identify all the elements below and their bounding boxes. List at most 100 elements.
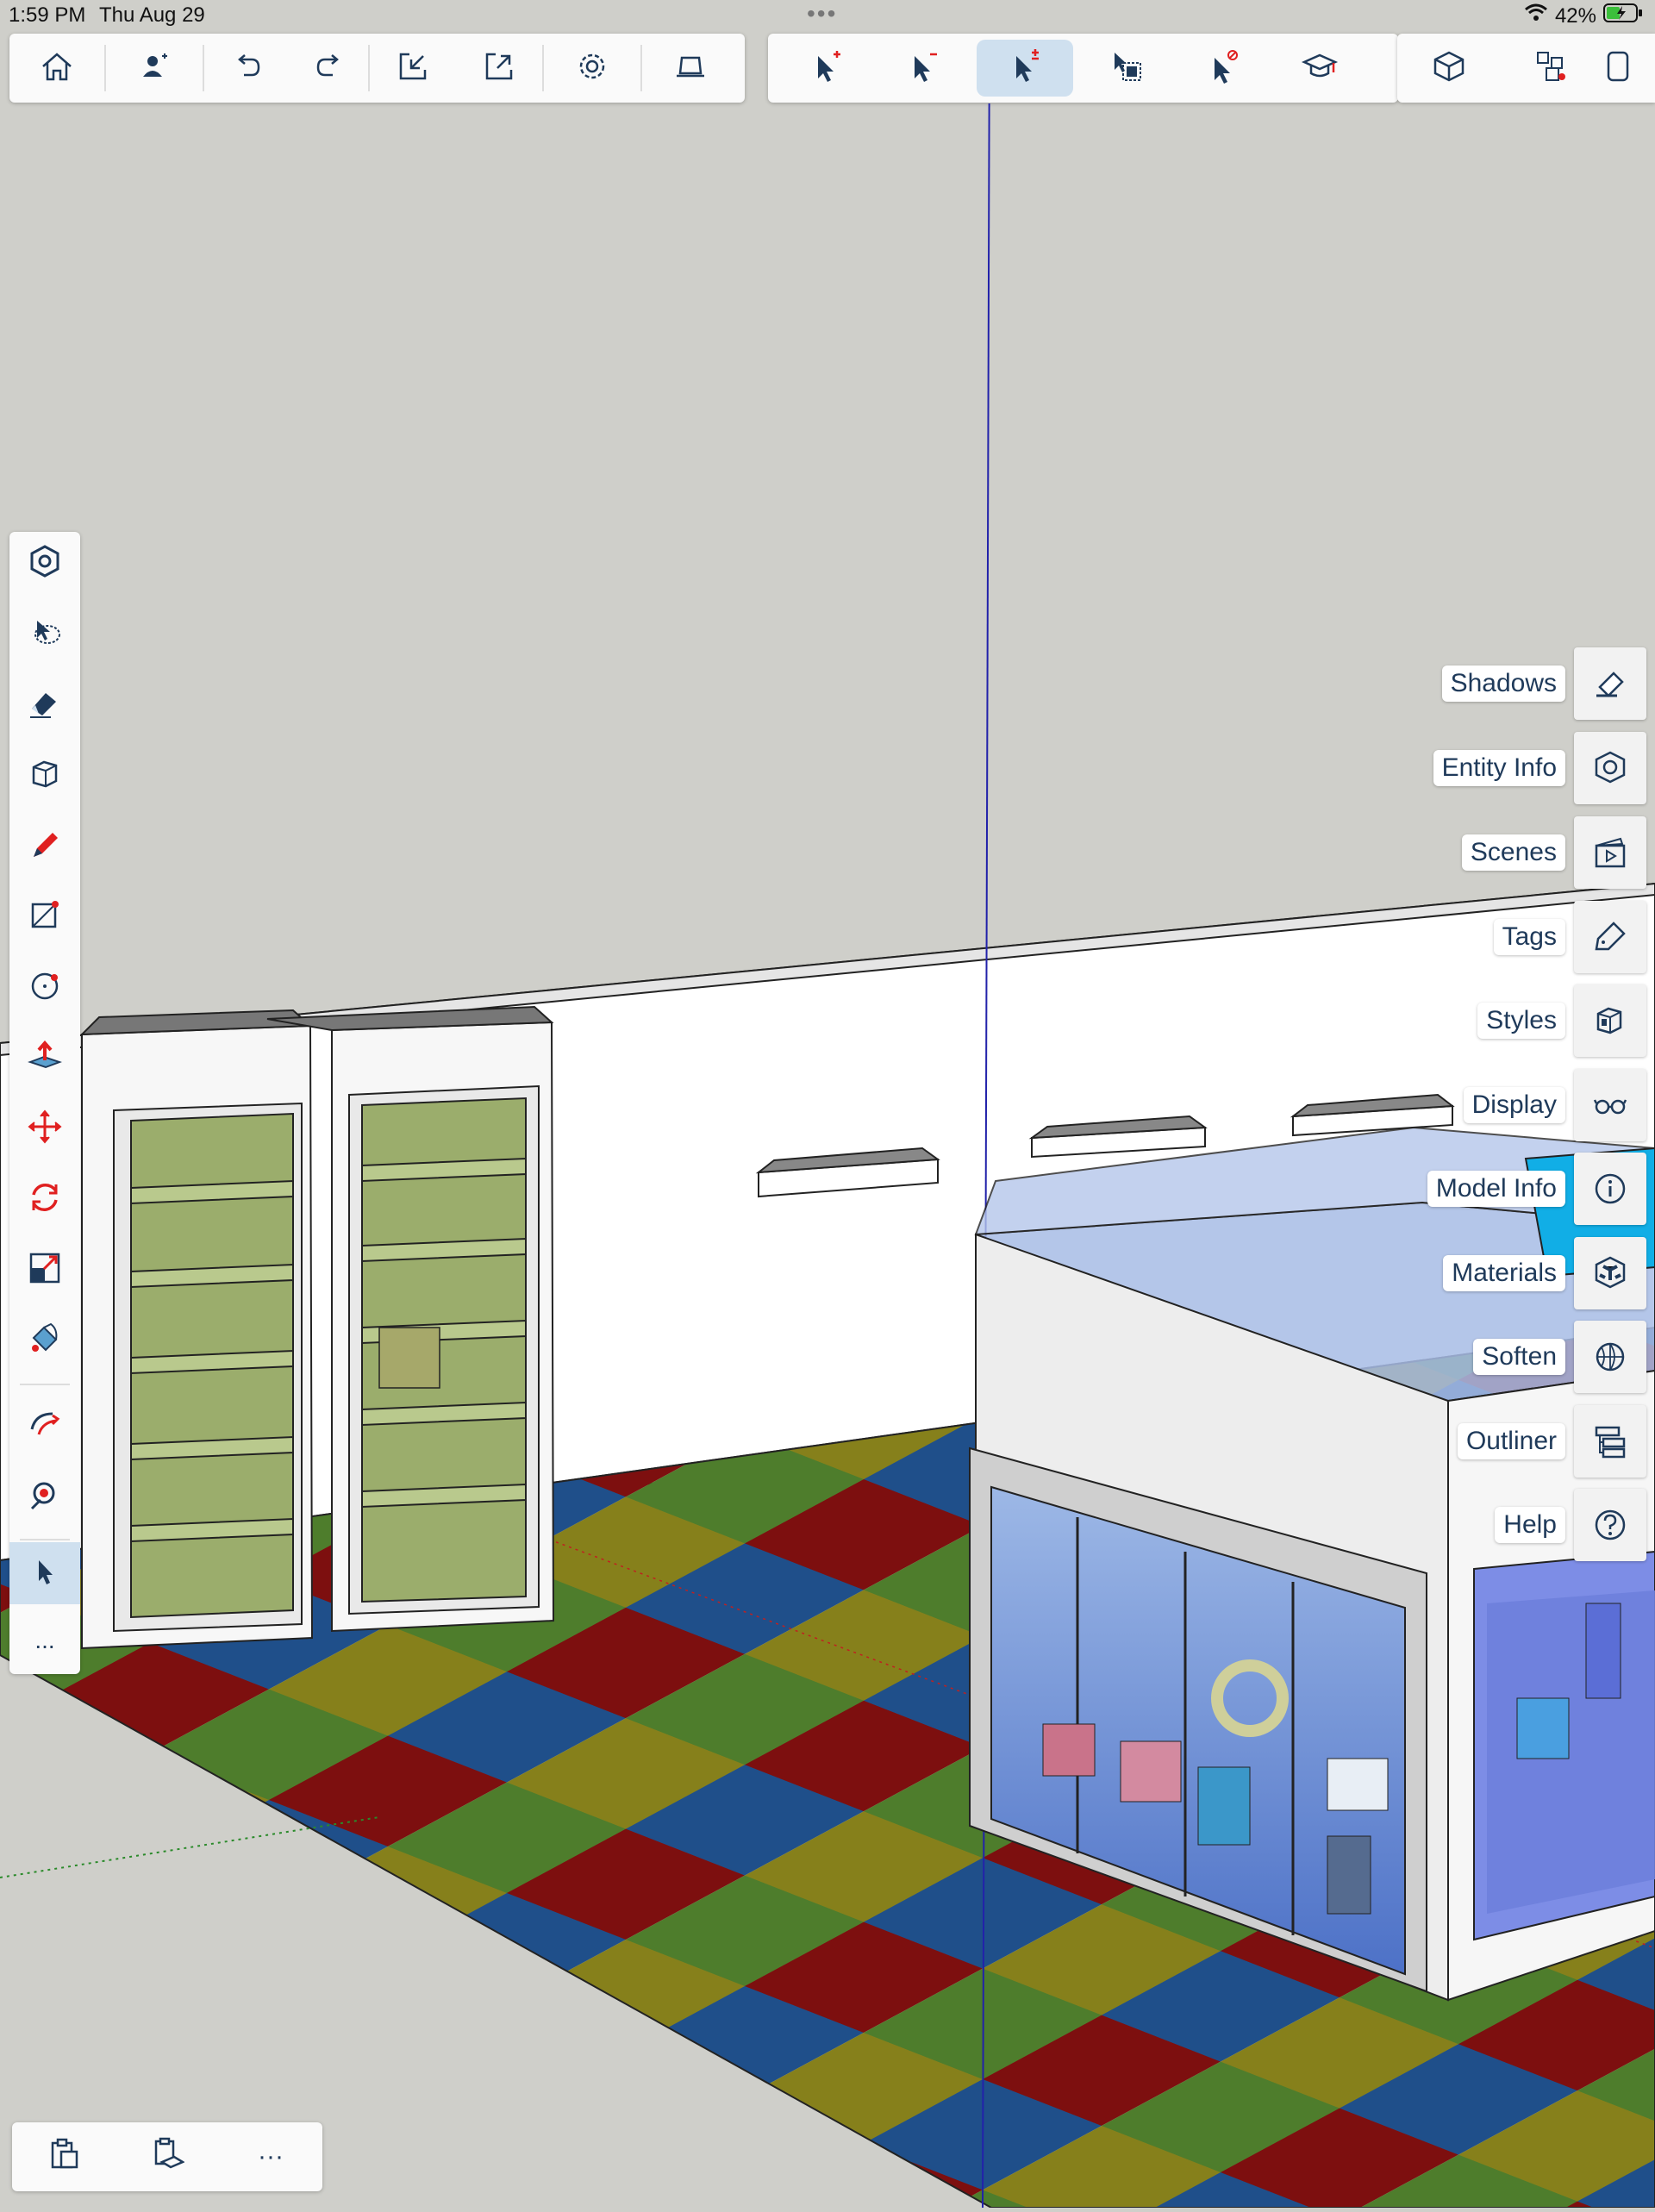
eraser-button[interactable] [9,673,80,735]
follow-me-button[interactable] [9,1394,80,1456]
follow-me-icon [27,1405,63,1446]
panel-label-styles[interactable]: Styles [1477,1003,1565,1039]
box-icon [27,755,63,796]
pencil-button[interactable] [9,815,80,877]
teach-button[interactable] [1271,34,1368,103]
export-button[interactable] [456,34,542,103]
select-subtract-icon [904,47,942,90]
panel-label-model-info[interactable]: Model Info [1427,1171,1565,1207]
status-time: 1:59 PM [9,3,86,27]
circle-icon [27,967,63,1008]
display-icon[interactable] [1574,1069,1646,1141]
outliner-icon[interactable] [1574,1405,1646,1478]
more-icon: ... [34,1627,55,1653]
panel-materials[interactable]: Materials [1443,1237,1646,1309]
undo-icon [228,47,266,90]
redo-button[interactable] [290,34,368,103]
redo-icon [310,47,348,90]
components-button[interactable] [1501,34,1604,103]
panel-label-display[interactable]: Display [1463,1087,1565,1123]
tool-modifier-icon [27,543,63,584]
panel-entity-info[interactable]: Entity Info [1433,732,1646,804]
clipboard-icon [47,2136,81,2178]
select-deny-button[interactable] [1175,34,1271,103]
scenes-icon[interactable] [1574,816,1646,889]
panel-label-scenes[interactable]: Scenes [1461,834,1565,871]
library-button[interactable] [1603,34,1655,103]
select-toggle-icon [1006,47,1044,90]
panel-scenes[interactable]: Scenes [1461,816,1646,889]
circle-button[interactable] [9,956,80,1018]
battery-percent: 42% [1554,3,1596,28]
basket-object[interactable] [378,1327,440,1389]
help-icon[interactable] [1574,1489,1646,1561]
shadows-icon[interactable] [1574,647,1646,720]
pencil-icon [27,826,63,866]
panel-tags[interactable]: Tags [1493,901,1646,973]
cabinet-left[interactable] [79,1009,314,1650]
position-camera-button[interactable] [9,1465,80,1527]
multitask-dots[interactable]: ••• [807,0,837,28]
position-camera-icon [27,1476,63,1516]
add-person-button[interactable] [106,34,203,103]
rotate-button[interactable] [9,1168,80,1230]
select-toggle-button[interactable] [977,40,1073,97]
add-person-icon [135,47,173,90]
model-info-icon[interactable] [1574,1153,1646,1225]
select-window-icon [1108,47,1146,90]
top-toolbar-select [768,34,1398,103]
panel-label-shadows[interactable]: Shadows [1441,665,1565,702]
settings-button[interactable] [544,34,640,103]
clipboard-button[interactable] [25,2122,103,2191]
panel-label-soften[interactable]: Soften [1473,1339,1565,1375]
import-icon [394,47,432,90]
select-window-button[interactable] [1078,34,1175,103]
entity-info-icon[interactable] [1574,732,1646,804]
components-icon [1533,47,1571,90]
move-button[interactable] [9,1097,80,1159]
panel-help[interactable]: Help [1495,1489,1646,1561]
panel-label-entity-info[interactable]: Entity Info [1433,750,1565,786]
select-button[interactable] [9,1542,80,1604]
soften-icon[interactable] [1574,1321,1646,1393]
box-button[interactable] [9,744,80,806]
push-pull-button[interactable] [9,1027,80,1089]
panel-outliner[interactable]: Outliner [1457,1405,1646,1478]
paint-bucket-button[interactable] [9,1309,80,1372]
styles-icon[interactable] [1574,984,1646,1057]
settings-icon [573,47,611,90]
panel-shadows[interactable]: Shadows [1441,647,1646,720]
select-subtract-button[interactable] [875,34,971,103]
tags-icon[interactable] [1574,901,1646,973]
panel-soften[interactable]: Soften [1473,1321,1646,1393]
panel-model-info[interactable]: Model Info [1427,1153,1646,1225]
model-viewport[interactable] [0,0,1655,2209]
component-button[interactable] [1397,34,1501,103]
green-axis-line [0,1816,380,1878]
panel-label-help[interactable]: Help [1495,1507,1565,1543]
tool-modifier-button[interactable] [9,532,80,594]
lasso-select-button[interactable] [9,603,80,665]
paste-in-place-button[interactable] [128,2122,206,2191]
status-right: 42% [1524,3,1643,28]
laptop-button[interactable] [642,34,739,103]
panel-label-outliner[interactable]: Outliner [1457,1423,1565,1459]
scale-button[interactable] [9,1239,80,1301]
home-button[interactable] [9,34,104,103]
toolbar-divider [20,1539,70,1540]
panel-label-tags[interactable]: Tags [1493,919,1565,955]
undo-button[interactable] [204,34,290,103]
bottom-more-button[interactable]: ··· [232,2122,309,2191]
select-add-button[interactable] [778,34,875,103]
rectangle-icon [27,897,63,937]
panel-label-materials[interactable]: Materials [1443,1255,1565,1291]
rectangle-button[interactable] [9,885,80,947]
materials-icon[interactable] [1574,1237,1646,1309]
panel-display[interactable]: Display [1463,1069,1646,1141]
component-icon [1430,47,1468,90]
panel-styles[interactable]: Styles [1477,984,1646,1057]
top-toolbar-components [1397,34,1655,103]
import-button[interactable] [370,34,456,103]
top-toolbar-main [9,34,745,103]
more-tools-button[interactable]: ... [9,1609,80,1671]
